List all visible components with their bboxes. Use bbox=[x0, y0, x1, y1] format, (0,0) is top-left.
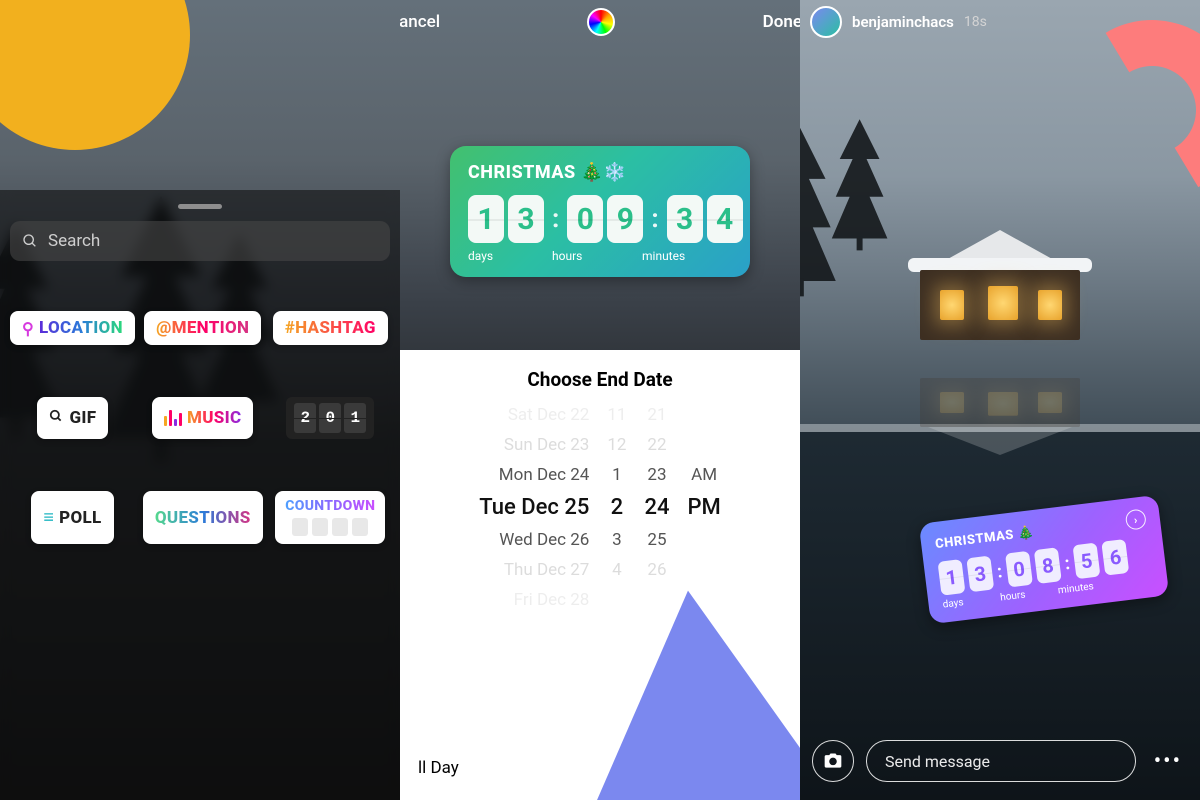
panel-sticker-picker: Search ⚲ LOCATION @MENTION #HASHTAG GIF bbox=[0, 0, 400, 800]
more-options-button[interactable]: ••• bbox=[1148, 749, 1188, 774]
countdown-preview-icon bbox=[292, 518, 368, 536]
sticker-flip-counter[interactable]: 2 0 1 bbox=[286, 397, 374, 439]
sticker-tray[interactable]: Search ⚲ LOCATION @MENTION #HASHTAG GIF bbox=[0, 190, 400, 800]
date-sheet-title: Choose End Date bbox=[400, 350, 800, 405]
color-wheel-button[interactable] bbox=[587, 8, 615, 36]
sticker-gif[interactable]: GIF bbox=[37, 397, 109, 439]
sticker-search-input[interactable]: Search bbox=[10, 221, 390, 261]
sticker-mention[interactable]: @MENTION bbox=[144, 311, 261, 345]
chevron-right-icon[interactable]: › bbox=[1125, 508, 1147, 530]
search-placeholder: Search bbox=[48, 231, 100, 251]
cancel-button[interactable]: Cancel bbox=[400, 12, 440, 32]
sticker-countdown[interactable]: COUNTDOWN bbox=[275, 491, 385, 544]
tray-grab-handle[interactable] bbox=[178, 204, 222, 209]
send-message-input[interactable]: Send message bbox=[866, 740, 1136, 782]
countdown-title: CHRISTMAS bbox=[468, 162, 576, 183]
cabin-reflection bbox=[890, 378, 1110, 462]
search-icon bbox=[22, 233, 38, 249]
poll-icon: ≡ bbox=[43, 507, 54, 528]
story-username[interactable]: benjaminchacs bbox=[852, 13, 954, 31]
countdown-sticker-large[interactable]: CHRISTMAS 🎄❄️ 13 : 09 : 34 days hours mi… bbox=[450, 146, 750, 277]
sticker-music[interactable]: MUSIC bbox=[152, 397, 253, 439]
countdown-emoji: 🎄❄️ bbox=[581, 162, 627, 183]
avatar[interactable] bbox=[810, 6, 842, 38]
story-timestamp: 18s bbox=[964, 14, 987, 30]
search-icon bbox=[49, 409, 63, 427]
panel-story-viewer: benjaminchacs 18s CHRISTMAS 🎄 › 1 3 : 0 … bbox=[800, 0, 1200, 800]
sticker-location[interactable]: ⚲ LOCATION bbox=[10, 311, 135, 345]
music-bars-icon bbox=[164, 410, 182, 426]
date-wheel-picker[interactable]: Sat Dec 22 Sun Dec 23 Mon Dec 24 Tue Dec… bbox=[400, 405, 800, 610]
decorative-blue-triangle bbox=[559, 577, 800, 800]
sticker-hashtag[interactable]: #HASHTAG bbox=[273, 311, 388, 345]
camera-icon bbox=[823, 751, 843, 771]
all-day-label: ll Day bbox=[418, 758, 459, 778]
sticker-questions[interactable]: QUESTIONS bbox=[143, 491, 263, 544]
cabin-illustration bbox=[890, 220, 1110, 340]
done-button[interactable]: Done bbox=[763, 12, 800, 32]
panel-countdown-editor: Cancel Done CHRISTMAS 🎄❄️ 13 : 09 : 34 d… bbox=[400, 0, 800, 800]
sticker-poll[interactable]: ≡ POLL bbox=[31, 491, 113, 544]
camera-reply-button[interactable] bbox=[812, 740, 854, 782]
location-pin-icon: ⚲ bbox=[22, 319, 34, 338]
